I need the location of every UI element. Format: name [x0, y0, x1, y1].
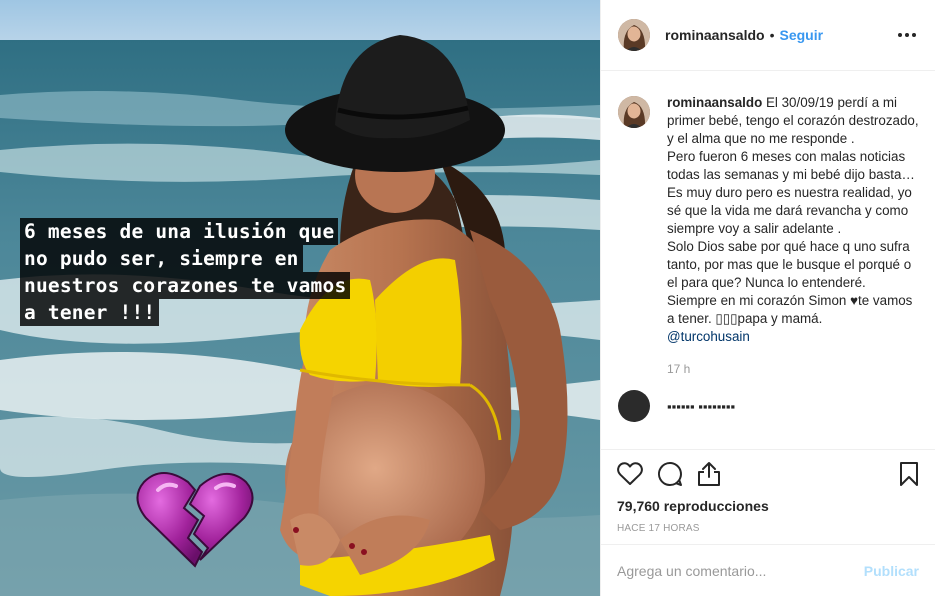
post-header: rominaansaldo • Seguir: [601, 0, 935, 71]
post-media[interactable]: 6 meses de una ilusión que no pudo ser, …: [0, 0, 600, 596]
caption-timestamp[interactable]: 17 h: [667, 360, 919, 378]
post-timestamp[interactable]: HACE 17 HORAS: [617, 523, 919, 534]
post-side-panel: rominaansaldo • Seguir rominaansaldo El …: [600, 0, 935, 596]
broken-heart-icon: [136, 472, 254, 568]
comments-section[interactable]: rominaansaldo El 30/09/19 perdí a mi pri…: [601, 72, 935, 449]
heart-icon[interactable]: [617, 454, 657, 494]
caption: rominaansaldo El 30/09/19 perdí a mi pri…: [618, 94, 919, 382]
caption-text: rominaansaldo El 30/09/19 perdí a mi pri…: [667, 94, 919, 382]
publish-button[interactable]: Publicar: [864, 563, 919, 579]
share-icon[interactable]: [697, 454, 737, 494]
profile-photo: [618, 96, 650, 128]
action-icons: [617, 450, 919, 498]
story-text-overlay: 6 meses de una ilusión que no pudo ser, …: [20, 218, 420, 326]
story-text-line: nuestros corazones te vamos: [20, 272, 351, 299]
follow-button[interactable]: Seguir: [780, 27, 824, 43]
more-options-icon[interactable]: [895, 23, 919, 47]
story-text-line: a tener !!!: [20, 299, 160, 326]
caption-username[interactable]: rominaansaldo: [667, 95, 762, 110]
separator-dot: •: [769, 27, 775, 43]
comment-input[interactable]: [617, 562, 864, 579]
story-text-line: 6 meses de una ilusión que: [20, 218, 339, 245]
comment-username[interactable]: ▪▪▪▪▪▪ ▪▪▪▪▪▪▪▪: [667, 399, 735, 414]
mention-link[interactable]: @turcohusain: [667, 329, 750, 344]
story-text-line: no pudo ser, siempre en: [20, 245, 303, 272]
comment-bubble-icon[interactable]: [657, 454, 697, 494]
comment-item: ▪▪▪▪▪▪ ▪▪▪▪▪▪▪▪: [618, 390, 919, 422]
instagram-post: 6 meses de una ilusión que no pudo ser, …: [0, 0, 935, 596]
author-username[interactable]: rominaansaldo: [665, 27, 765, 43]
add-comment-bar: Publicar: [601, 544, 935, 596]
caption-paragraph: Pero fueron 6 meses con malas noticias t…: [667, 149, 915, 182]
view-count[interactable]: 79,760 reproducciones: [617, 498, 919, 514]
bookmark-icon[interactable]: [879, 454, 919, 494]
post-actions: 79,760 reproducciones HACE 17 HORAS: [601, 449, 935, 534]
caption-paragraph: Siempre en mi corazón Simon ♥te vamos a …: [667, 293, 913, 326]
avatar[interactable]: [618, 19, 650, 51]
avatar[interactable]: [618, 390, 650, 422]
caption-paragraph: Es muy duro pero es nuestra realidad, yo…: [667, 185, 912, 236]
caption-paragraph: Solo Dios sabe por qué hace q uno sufra …: [667, 239, 912, 290]
profile-photo: [618, 19, 650, 51]
avatar[interactable]: [618, 96, 650, 128]
